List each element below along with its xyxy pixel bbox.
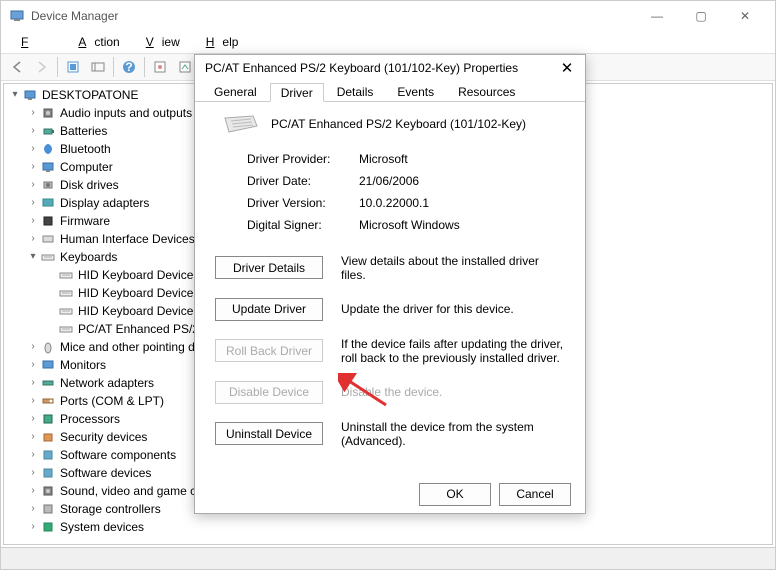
signer-value: Microsoft Windows bbox=[359, 218, 460, 232]
tree-keyboards-icon bbox=[40, 250, 56, 264]
toolbar-icon[interactable] bbox=[86, 56, 110, 78]
tab-details[interactable]: Details bbox=[326, 82, 385, 101]
update-driver-button[interactable]: Update Driver bbox=[215, 298, 323, 321]
menu-view[interactable]: View bbox=[130, 33, 188, 51]
tree-keyboard-device-icon bbox=[58, 304, 74, 318]
provider-value: Microsoft bbox=[359, 152, 408, 166]
tree-item-icon bbox=[40, 106, 56, 120]
menu-file[interactable]: F bbox=[5, 33, 60, 51]
tree-item[interactable]: ›System devices bbox=[8, 518, 772, 536]
driver-details-button[interactable]: Driver Details bbox=[215, 256, 323, 279]
tree-item-icon bbox=[40, 412, 56, 426]
tab-driver[interactable]: Driver bbox=[270, 83, 324, 102]
dialog-footer: OK Cancel bbox=[195, 476, 585, 513]
tree-item-icon bbox=[40, 484, 56, 498]
keyboard-icon bbox=[223, 114, 259, 134]
tree-item-icon bbox=[40, 358, 56, 372]
tree-item-icon bbox=[40, 520, 56, 534]
tab-strip: General Driver Details Events Resources bbox=[195, 82, 585, 102]
close-button[interactable]: ✕ bbox=[723, 2, 767, 30]
version-value: 10.0.22000.1 bbox=[359, 196, 429, 210]
tree-item-icon bbox=[40, 124, 56, 138]
properties-dialog: PC/AT Enhanced PS/2 Keyboard (101/102-Ke… bbox=[194, 54, 586, 514]
tree-item-icon bbox=[40, 430, 56, 444]
date-label: Driver Date: bbox=[247, 174, 359, 188]
disable-device-button: Disable Device bbox=[215, 381, 323, 404]
version-label: Driver Version: bbox=[247, 196, 359, 210]
minimize-button[interactable]: — bbox=[635, 2, 679, 30]
dialog-close-button[interactable]: ✕ bbox=[559, 60, 575, 76]
tree-item-icon bbox=[40, 340, 56, 354]
tree-keyboard-device-icon bbox=[58, 322, 74, 336]
tree-item-icon bbox=[40, 448, 56, 462]
uninstall-device-button[interactable]: Uninstall Device bbox=[215, 422, 323, 445]
help-icon[interactable]: ? bbox=[117, 56, 141, 78]
forward-button[interactable] bbox=[30, 56, 54, 78]
tree-item-icon bbox=[40, 232, 56, 246]
tree-item-icon bbox=[40, 196, 56, 210]
statusbar bbox=[1, 547, 775, 569]
tree-item-icon bbox=[40, 466, 56, 480]
toolbar-icon[interactable] bbox=[61, 56, 85, 78]
window-title: Device Manager bbox=[31, 9, 635, 23]
toolbar-icon[interactable] bbox=[148, 56, 172, 78]
signer-label: Digital Signer: bbox=[247, 218, 359, 232]
tree-item-icon bbox=[40, 394, 56, 408]
svg-text:?: ? bbox=[125, 60, 132, 74]
menubar: F Action View Help bbox=[1, 31, 775, 53]
dialog-body: PC/AT Enhanced PS/2 Keyboard (101/102-Ke… bbox=[195, 102, 585, 476]
tree-item-icon bbox=[40, 214, 56, 228]
tree-root-icon bbox=[22, 88, 38, 102]
back-button[interactable] bbox=[5, 56, 29, 78]
dialog-title: PC/AT Enhanced PS/2 Keyboard (101/102-Ke… bbox=[205, 61, 559, 75]
dialog-titlebar: PC/AT Enhanced PS/2 Keyboard (101/102-Ke… bbox=[195, 55, 585, 82]
tab-resources[interactable]: Resources bbox=[447, 82, 526, 101]
menu-help[interactable]: Help bbox=[190, 33, 247, 51]
menu-action[interactable]: Action bbox=[62, 33, 127, 51]
tree-item-icon bbox=[40, 178, 56, 192]
tree-item-icon bbox=[40, 142, 56, 156]
provider-label: Driver Provider: bbox=[247, 152, 359, 166]
tab-general[interactable]: General bbox=[203, 82, 268, 101]
tree-keyboard-device-icon bbox=[58, 286, 74, 300]
tree-item-icon bbox=[40, 376, 56, 390]
tree-item-icon bbox=[40, 502, 56, 516]
tab-events[interactable]: Events bbox=[386, 82, 445, 101]
date-value: 21/06/2006 bbox=[359, 174, 419, 188]
cancel-button[interactable]: Cancel bbox=[499, 483, 571, 506]
titlebar: Device Manager — ▢ ✕ bbox=[1, 1, 775, 31]
ok-button[interactable]: OK bbox=[419, 483, 491, 506]
device-name: PC/AT Enhanced PS/2 Keyboard (101/102-Ke… bbox=[271, 117, 526, 131]
rollback-driver-button: Roll Back Driver bbox=[215, 339, 323, 362]
tree-item-icon bbox=[40, 160, 56, 174]
maximize-button[interactable]: ▢ bbox=[679, 2, 723, 30]
tree-keyboard-device-icon bbox=[58, 268, 74, 282]
app-icon bbox=[9, 8, 25, 24]
